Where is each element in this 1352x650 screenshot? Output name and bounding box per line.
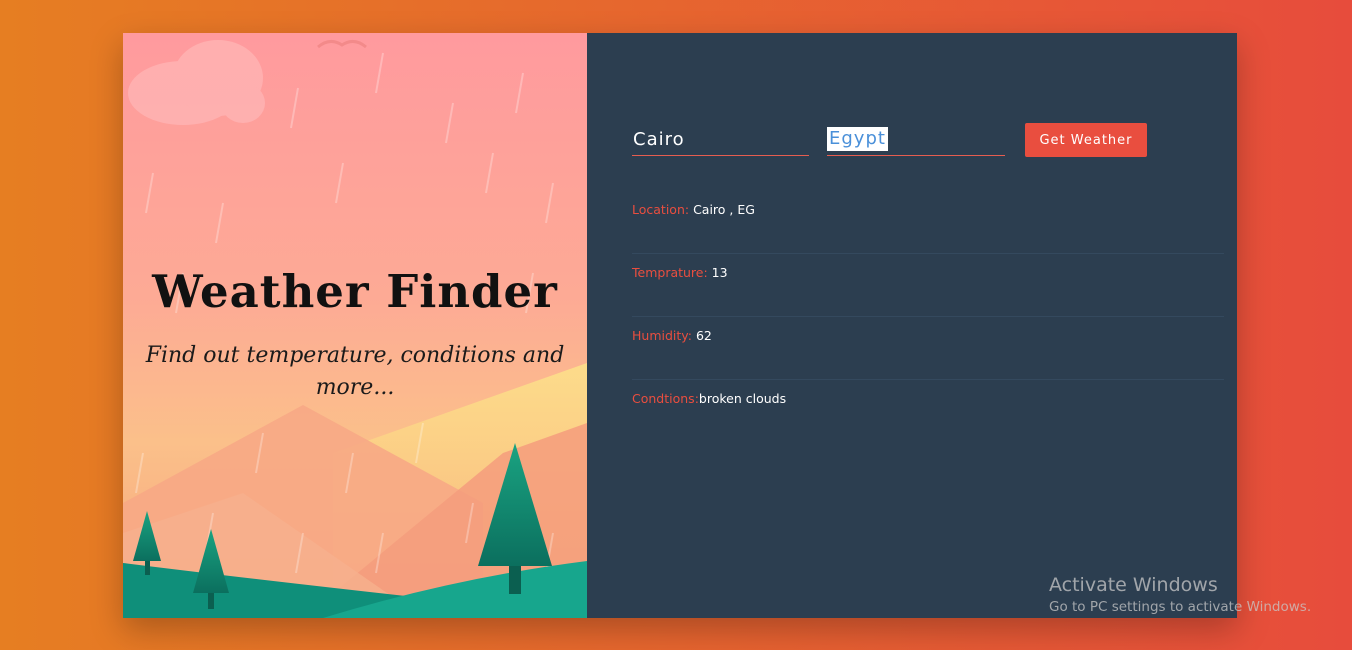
weather-panel: Egypt Get Weather Location: Cairo , EG T… xyxy=(587,33,1237,618)
temperature-value: 13 xyxy=(707,265,728,280)
country-input-selected-text: Egypt xyxy=(827,127,888,151)
hero-text: Weather Finder Find out temperature, con… xyxy=(123,265,587,404)
watermark-title: Activate Windows xyxy=(1049,574,1218,596)
weather-card: Weather Finder Find out temperature, con… xyxy=(123,33,1237,618)
location-label: Location: xyxy=(632,202,690,217)
conditions-row: Condtions:broken clouds xyxy=(632,380,1224,443)
page-subtitle: Find out temperature, conditions and mor… xyxy=(145,343,565,400)
hero-panel: Weather Finder Find out temperature, con… xyxy=(123,33,587,618)
humidity-value: 62 xyxy=(691,328,712,343)
bird-icon xyxy=(317,40,367,49)
cloud-icon xyxy=(128,40,265,125)
conditions-label: Condtions: xyxy=(632,391,699,406)
location-row: Location: Cairo , EG xyxy=(632,191,1224,254)
conditions-value: broken clouds xyxy=(698,391,787,406)
city-input[interactable] xyxy=(632,123,809,156)
page-title: Weather Finder xyxy=(152,265,558,318)
humidity-label: Humidity: xyxy=(632,328,692,343)
temperature-row: Temprature: 13 xyxy=(632,254,1224,317)
activate-windows-watermark: Activate Windows Go to PC settings to ac… xyxy=(1049,574,1311,615)
weather-results: Location: Cairo , EG Temprature: 13 Humi… xyxy=(632,191,1224,443)
humidity-row: Humidity: 62 xyxy=(632,317,1224,380)
watermark-subtitle: Go to PC settings to activate Windows. xyxy=(1049,599,1312,615)
get-weather-button[interactable]: Get Weather xyxy=(1025,123,1147,157)
location-value: Cairo , EG xyxy=(689,202,755,217)
temperature-label: Temprature: xyxy=(632,265,708,280)
weather-form: Egypt Get Weather xyxy=(632,123,1192,157)
